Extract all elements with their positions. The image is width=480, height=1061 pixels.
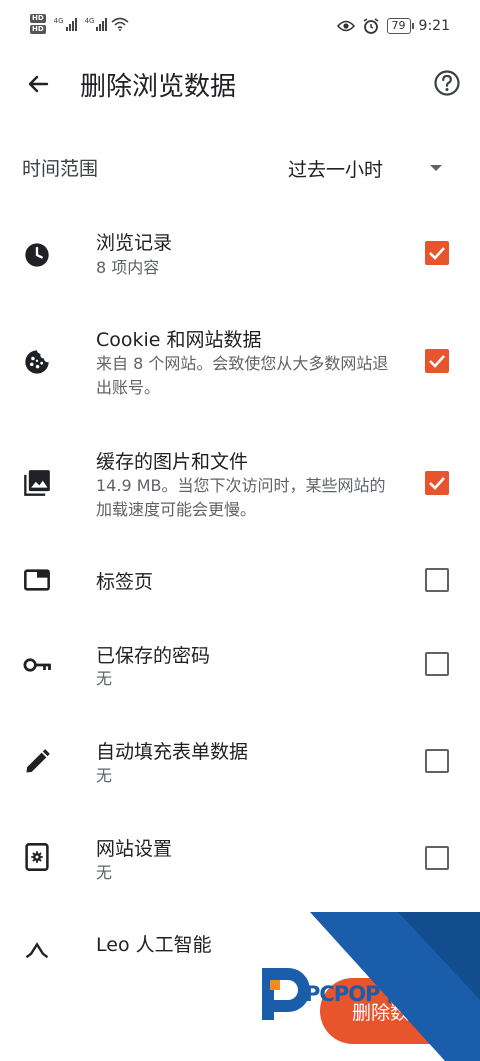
item-subtitle: 14.9 MB。当您下次访问时，某些网站的加载速度可能会更慢。 [96, 476, 386, 519]
time-range-row: 时间范围 过去一小时 [0, 142, 480, 190]
chevron-down-icon [430, 165, 442, 171]
item-title: Cookie 和网站数据 [96, 329, 262, 351]
app-bar: 删除浏览数据 [0, 60, 480, 108]
network-type: 4G [84, 17, 95, 25]
time-range-label: 时间范围 [22, 158, 99, 180]
pencil-icon [22, 747, 52, 777]
item-title: 浏览记录 [96, 232, 173, 254]
item-title: 缓存的图片和文件 [96, 451, 249, 473]
list-item-site-settings[interactable]: 网站设置 无 [0, 832, 480, 892]
time-range-dropdown[interactable]: 过去一小时 [288, 150, 458, 186]
checkbox-site-settings[interactable] [425, 846, 449, 870]
site-settings-icon [22, 842, 52, 872]
arrow-left-icon [28, 75, 49, 93]
key-icon [22, 650, 52, 680]
signal-icon: 4G [54, 17, 77, 31]
wifi-icon [111, 17, 129, 31]
hd-indicators: HD HD [30, 14, 46, 34]
list-item-leo-ai[interactable]: Leo 人工智能 [0, 928, 480, 968]
alarm-icon [363, 18, 378, 34]
hd-badge: HD [30, 25, 46, 34]
back-button[interactable] [22, 68, 54, 100]
list-item-autofill[interactable]: 自动填充表单数据 无 [0, 735, 480, 795]
item-subtitle: 来自 8 个网站。会致使您从大多数网站退出账号。 [96, 354, 389, 397]
network-type: 4G [53, 17, 64, 25]
tab-icon [22, 565, 52, 595]
delete-data-button[interactable]: 删除数 [320, 978, 480, 1044]
hd-badge: HD [30, 14, 46, 23]
item-subtitle: 无 [96, 766, 113, 785]
status-bar: HD HD 4G 4G 79 9:21 [0, 0, 480, 60]
list-item-history[interactable]: 浏览记录 8 项内容 [0, 225, 480, 285]
item-title: Leo 人工智能 [96, 934, 212, 956]
checkbox-autofill[interactable] [425, 749, 449, 773]
item-subtitle: 无 [96, 669, 113, 688]
list-item-tabs[interactable]: 标签页 [0, 555, 480, 605]
checkbox-tabs[interactable] [425, 568, 449, 592]
battery-icon: 79 [386, 18, 414, 34]
checkbox-cookies[interactable] [425, 349, 449, 373]
help-circle-icon [434, 70, 460, 96]
time-range-value: 过去一小时 [288, 158, 384, 181]
page-title: 删除浏览数据 [80, 72, 237, 102]
list-item-passwords[interactable]: 已保存的密码 无 [0, 638, 480, 698]
clock-time: 9:21 [418, 18, 450, 34]
item-subtitle: 8 项内容 [96, 258, 160, 277]
item-title: 网站设置 [96, 838, 173, 860]
checkbox-cache[interactable] [425, 471, 449, 495]
item-title: 已保存的密码 [96, 645, 211, 667]
checkbox-passwords[interactable] [425, 652, 449, 676]
checkbox-history[interactable] [425, 241, 449, 265]
item-title: 自动填充表单数据 [96, 741, 249, 763]
signal-icon: 4G [85, 17, 108, 31]
leo-ai-icon [22, 934, 52, 964]
status-right: 79 9:21 [336, 18, 450, 34]
status-left: HD HD 4G 4G [30, 14, 129, 34]
list-item-cookies[interactable]: Cookie 和网站数据 来自 8 个网站。会致使您从大多数网站退出账号。 [0, 322, 480, 402]
eye-icon [336, 20, 355, 32]
list-item-cache[interactable]: 缓存的图片和文件 14.9 MB。当您下次访问时，某些网站的加载速度可能会更慢。 [0, 443, 480, 523]
item-title: 标签页 [96, 571, 154, 593]
help-button[interactable] [432, 68, 462, 98]
image-icon [22, 468, 52, 498]
delete-button-label: 删除数 [352, 1001, 410, 1024]
item-subtitle: 无 [96, 863, 113, 882]
clock-icon [22, 240, 52, 270]
cookie-icon [22, 347, 52, 377]
